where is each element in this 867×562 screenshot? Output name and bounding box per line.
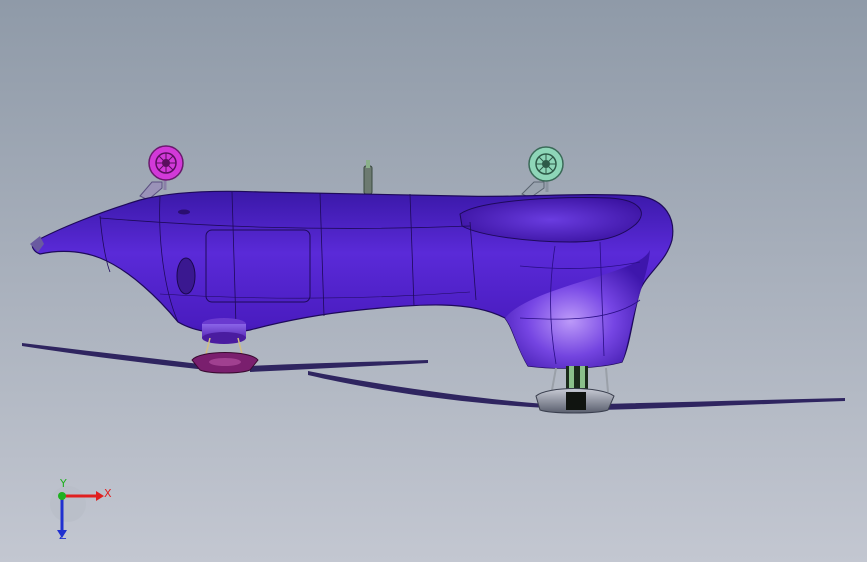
- vent-grille: [176, 257, 196, 295]
- coordinate-triad: X Y Z: [40, 478, 130, 548]
- cad-viewport[interactable]: X Y Z: [0, 0, 867, 562]
- triad-icon: [50, 486, 104, 538]
- y-axis-dot: [58, 492, 66, 500]
- y-axis-label: Y: [60, 477, 67, 490]
- z-axis-label: Z: [59, 529, 67, 542]
- nose-port: [178, 209, 190, 215]
- x-axis-label: X: [104, 487, 112, 500]
- model-canvas[interactable]: [0, 0, 867, 562]
